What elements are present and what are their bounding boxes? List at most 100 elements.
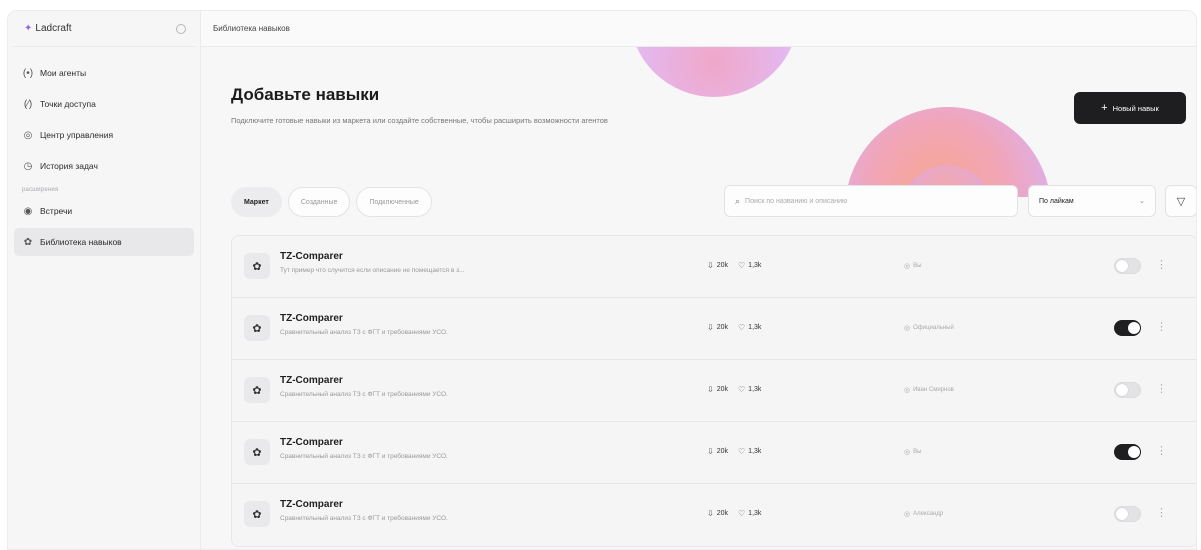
list-item[interactable]: ✿ TZ-Comparer Сравнительный анализ ТЗ с …: [232, 360, 1196, 422]
skill-text: TZ-Comparer Сравнительный анализ ТЗ с ФГ…: [280, 375, 610, 398]
downloads-stat: ⇩ 20k: [707, 323, 728, 332]
skill-title: TZ-Comparer: [280, 313, 343, 324]
toggle-knob: [1116, 260, 1128, 272]
downloads-stat: ⇩ 20k: [707, 385, 728, 394]
likes-count: 1,3k: [748, 262, 762, 269]
skills-list: ✿ TZ-Comparer Тут пример что случится ес…: [231, 235, 1196, 547]
heart-icon: ♡: [738, 323, 746, 332]
tab-connected[interactable]: Подключенные: [356, 187, 432, 217]
skill-title: TZ-Comparer: [280, 437, 343, 448]
sidebar: ✦ Ladcraft (•) Мои агенты (⁄) Точки дост…: [8, 11, 201, 549]
chevron-down-icon: ⌄: [1139, 198, 1145, 205]
main-content: Библиотека навыков Добавьте навыки Подкл…: [201, 11, 1196, 549]
skill-toggle[interactable]: [1114, 258, 1141, 274]
verified-icon: ◎: [904, 325, 911, 332]
list-item[interactable]: ✿ TZ-Comparer Сравнительный анализ ТЗ с …: [232, 422, 1196, 484]
sidebar-item-meetings[interactable]: ◉ Встречи: [14, 197, 194, 225]
page-title: Добавьте навыки: [231, 85, 380, 104]
more-vertical-icon[interactable]: ⋮: [1156, 320, 1167, 333]
likes-stat: ♡ 1,3k: [738, 261, 761, 270]
filter-icon: ▽: [1176, 195, 1186, 208]
sidebar-section-label: расширения: [22, 187, 59, 193]
sidebar-item-control-center[interactable]: ◎ Центр управления: [14, 121, 194, 149]
skill-text: TZ-Comparer Сравнительный анализ ТЗ с ФГ…: [280, 437, 610, 460]
skill-stats: ⇩ 20k ♡ 1,3k: [707, 447, 761, 456]
sidebar-item-skills-library[interactable]: ✿ Библиотека навыков: [14, 228, 194, 256]
skill-author: ◎ Александр: [904, 510, 943, 518]
skill-author: ◎ Официальный: [904, 324, 954, 332]
control-center-icon: ◎: [23, 129, 33, 141]
skill-toggle[interactable]: [1114, 506, 1141, 522]
app-window: ✦ Ladcraft (•) Мои агенты (⁄) Точки дост…: [7, 10, 1197, 550]
skill-description: Тут пример что случится если описание не…: [280, 267, 465, 274]
downloads-count: 20k: [716, 262, 728, 269]
new-skill-button[interactable]: + Новый навык: [1074, 92, 1186, 124]
author-name: Александр: [913, 511, 944, 517]
plus-icon: +: [1101, 102, 1108, 114]
skill-stats: ⇩ 20k ♡ 1,3k: [707, 261, 761, 270]
list-item[interactable]: ✿ TZ-Comparer Тут пример что случится ес…: [232, 236, 1196, 298]
sidebar-item-label: Мои агенты: [40, 68, 87, 78]
sidebar-item-my-agents[interactable]: (•) Мои агенты: [14, 59, 194, 87]
toggle-knob: [1128, 322, 1140, 334]
skill-icon: ✿: [244, 253, 270, 279]
filter-toolbar: Маркет Созданные Подключенные ⌕ Поиск по…: [201, 185, 1196, 219]
brand-row: ✦ Ladcraft: [12, 11, 196, 47]
history-icon: ◷: [23, 160, 33, 172]
skill-description: Сравнительный анализ ТЗ с ФГТ и требован…: [280, 391, 448, 398]
hero-banner: Добавьте навыки Подключите готовые навык…: [201, 47, 1196, 197]
more-vertical-icon[interactable]: ⋮: [1156, 444, 1167, 457]
sidebar-item-label: История задач: [40, 161, 98, 171]
skill-title: TZ-Comparer: [280, 499, 343, 510]
search-input[interactable]: ⌕ Поиск по названию и описанию: [724, 185, 1018, 217]
likes-stat: ♡ 1,3k: [738, 509, 761, 518]
skill-icon: ✿: [244, 315, 270, 341]
filter-button[interactable]: ▽: [1165, 185, 1196, 217]
user-icon: ◎: [904, 387, 911, 394]
likes-count: 1,3k: [748, 386, 762, 393]
sidebar-nav: (•) Мои агенты (⁄) Точки доступа ◎ Центр…: [8, 47, 200, 256]
list-item[interactable]: ✿ TZ-Comparer Сравнительный анализ ТЗ с …: [232, 484, 1196, 546]
sidebar-item-label: Встречи: [40, 206, 73, 216]
skill-description: Сравнительный анализ ТЗ с ФГТ и требован…: [280, 453, 448, 460]
skill-title: TZ-Comparer: [280, 375, 343, 386]
decorative-arc: [629, 47, 799, 97]
skill-toggle[interactable]: [1114, 320, 1141, 336]
sort-select[interactable]: По лайкам ⌄: [1028, 185, 1156, 217]
skill-icon: ✿: [244, 501, 270, 527]
skill-toggle[interactable]: [1114, 382, 1141, 398]
downloads-stat: ⇩ 20k: [707, 509, 728, 518]
downloads-count: 20k: [716, 510, 728, 517]
download-icon: ⇩: [707, 385, 714, 394]
user-icon: ◎: [904, 511, 911, 518]
collapse-sidebar-icon[interactable]: [176, 23, 186, 34]
downloads-stat: ⇩ 20k: [707, 447, 728, 456]
more-vertical-icon[interactable]: ⋮: [1156, 506, 1167, 519]
skill-stats: ⇩ 20k ♡ 1,3k: [707, 323, 761, 332]
more-vertical-icon[interactable]: ⋮: [1156, 258, 1167, 271]
user-icon: ◎: [904, 449, 911, 456]
access-point-icon: (⁄): [23, 98, 33, 110]
skill-icon: ✿: [244, 377, 270, 403]
brand-logo[interactable]: ✦ Ladcraft: [24, 23, 72, 34]
tab-created[interactable]: Созданные: [287, 187, 351, 217]
skill-description: Сравнительный анализ ТЗ с ФГТ и требован…: [280, 329, 448, 336]
author-name: Вы: [913, 263, 922, 269]
download-icon: ⇩: [707, 261, 714, 270]
sidebar-item-access-points[interactable]: (⁄) Точки доступа: [14, 90, 194, 118]
downloads-count: 20k: [716, 386, 728, 393]
likes-count: 1,3k: [748, 510, 762, 517]
toggle-knob: [1116, 508, 1128, 520]
tab-market[interactable]: Маркет: [231, 187, 282, 217]
skill-icon: ✿: [244, 439, 270, 465]
download-icon: ⇩: [707, 323, 714, 332]
author-name: Иван Смирнов: [913, 387, 954, 393]
skill-author: ◎ Иван Смирнов: [904, 386, 954, 394]
more-vertical-icon[interactable]: ⋮: [1156, 382, 1167, 395]
sort-value: По лайкам: [1039, 197, 1074, 205]
sidebar-item-task-history[interactable]: ◷ История задач: [14, 152, 194, 180]
list-item[interactable]: ✿ TZ-Comparer Сравнительный анализ ТЗ с …: [232, 298, 1196, 360]
sidebar-item-label: Точки доступа: [40, 99, 96, 109]
toggle-knob: [1128, 446, 1140, 458]
skill-toggle[interactable]: [1114, 444, 1141, 460]
